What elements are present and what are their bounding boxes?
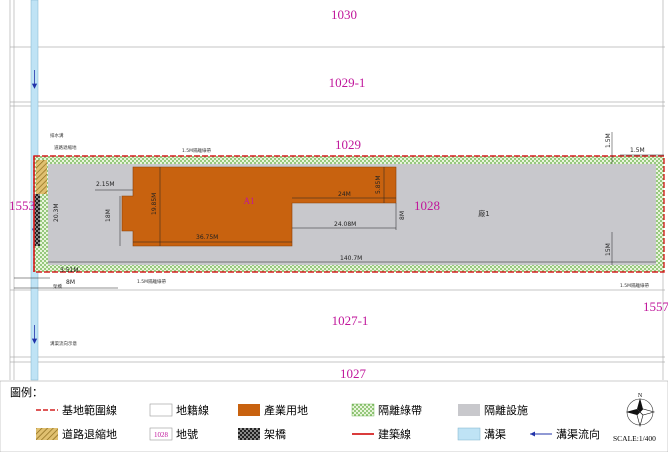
road-setback xyxy=(36,160,47,194)
building-code: A1 xyxy=(244,196,255,206)
dim-15m-right: 15M xyxy=(605,243,612,256)
legend-label-buffer: 隔離綠帶 xyxy=(378,403,422,417)
parcel-1027-1: 1027-1 xyxy=(332,313,369,328)
legend-label-cadastral: 地籍線 xyxy=(176,403,209,417)
dim-140-7: 140.7M xyxy=(340,255,362,262)
legend-swatch-isolation xyxy=(458,404,480,416)
parcel-1557: 1557 xyxy=(643,299,668,314)
parcel-1028: 1028 xyxy=(414,198,440,213)
legend-swatch-bridge xyxy=(238,428,260,440)
legend-label-boundary: 基地範圍線 xyxy=(62,403,117,417)
dim-8m-small: 8M xyxy=(399,211,406,220)
dim-18: 18M xyxy=(105,209,112,222)
site-plan: 1030 1029-1 1029 1028 1553 1557 1027-1 1… xyxy=(0,0,668,452)
parcel-1030: 1030 xyxy=(331,7,357,22)
parcel-1027: 1027 xyxy=(340,366,367,381)
legend-label-lotno: 地號 xyxy=(176,428,198,441)
legend-swatch-industrial xyxy=(238,404,260,416)
parcel-1029: 1029 xyxy=(335,137,361,152)
dim-left-vert: 20.3M xyxy=(53,203,60,222)
svg-text:N: N xyxy=(638,393,643,399)
dim-8m: 8M xyxy=(66,279,75,286)
legend-label-isolation: 隔離設施 xyxy=(484,403,528,417)
legend: 圖例： 基地範圍線 地籍線 產業用地 隔離綠帶 隔離設施 道路退縮地 1028 … xyxy=(0,380,668,452)
legend-swatch-ditch xyxy=(457,427,481,441)
scale-label: SCALE:1/400 xyxy=(613,434,656,443)
dim-1-5-right: 1.5M xyxy=(605,133,612,148)
legend-swatch-setback xyxy=(36,428,58,440)
legend-label-bridge: 架橋 xyxy=(264,427,286,441)
legend-sample-lotno: 1028 xyxy=(154,431,169,439)
dim-36-75: 36.75M xyxy=(196,234,218,241)
legend-label-setback: 道路退縮地 xyxy=(62,427,117,441)
legend-title: 圖例： xyxy=(10,385,43,399)
parcel-1029-1: 1029-1 xyxy=(329,75,366,90)
legend-label-ditch: 溝渠 xyxy=(484,428,506,441)
bridge-note: 架橋 xyxy=(53,283,62,290)
dim-1-5-top: 1.5M xyxy=(630,147,645,154)
dim-2-15: 2.15M xyxy=(96,181,115,188)
drain-note: 排水溝 xyxy=(50,132,64,139)
flow-note: 溝渠流向示意 xyxy=(50,340,77,347)
boundary-note: 道路退縮地 xyxy=(54,144,77,151)
dim-3-51: 3.51M xyxy=(60,267,79,274)
legend-swatch-buffer xyxy=(351,403,375,417)
facility-label: 廠1 xyxy=(478,209,489,218)
dim-5-85: 5.85M xyxy=(375,175,382,194)
green-bottom-right-note: 1.5M隔離綠帶 xyxy=(620,282,650,289)
legend-swatch-cadastral xyxy=(149,403,173,417)
legend-label-industrial: 產業用地 xyxy=(264,403,308,417)
parcel-1553: 1553 xyxy=(9,198,35,213)
dim-24: 24M xyxy=(338,191,351,198)
green-top-note: 1.5M隔離綠帶 xyxy=(182,147,212,154)
dim-24-08: 24.08M xyxy=(334,221,356,228)
legend-label-buildline: 建築線 xyxy=(378,427,411,441)
green-bottom-left-note: 1.5M隔離綠帶 xyxy=(137,278,167,285)
legend-label-flow: 溝渠流向 xyxy=(556,427,600,441)
dim-19-85: 19.85M xyxy=(151,193,158,215)
